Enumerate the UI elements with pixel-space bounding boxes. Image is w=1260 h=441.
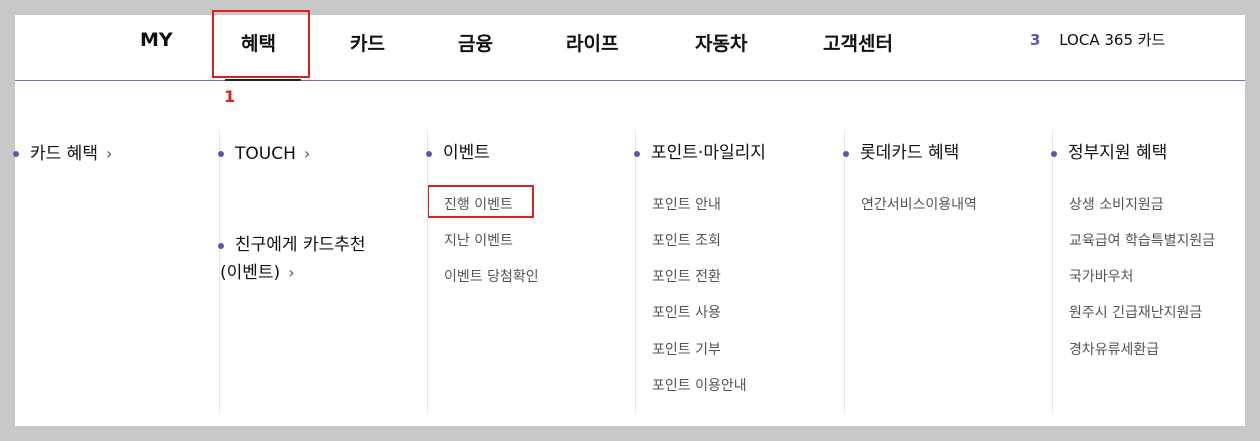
bullet-dot [426,151,432,157]
gnb-item-car[interactable]: 자동차 [695,29,747,56]
gnb-item-life[interactable]: 라이프 [566,29,618,56]
quick-card-label[interactable]: LOCA 365 카드 [1059,31,1165,49]
menu-item-points-info[interactable]: 포인트 안내 [652,194,721,214]
menu-column-government-support: 정부지원 혜택 상생 소비지원금 교육급여 학습특별지원금 국가바우처 원주시 … [1051,130,1260,412]
category-government-support[interactable]: 정부지원 혜택 [1051,140,1167,167]
bullet-dot [218,151,224,157]
global-nav: MY 혜택 카드 금융 라이프 자동차 고객센터 3 LOCA 365 카드 [15,15,1245,81]
menu-item-annual-service-history[interactable]: 연간서비스이용내역 [861,194,977,214]
menu-item-national-voucher[interactable]: 국가바우처 [1069,266,1133,286]
menu-column-points: 포인트·마일리지 포인트 안내 포인트 조회 포인트 전환 포인트 사용 포인트… [634,130,844,412]
mega-menu-panel: MY 혜택 카드 금융 라이프 자동차 고객센터 3 LOCA 365 카드 1… [13,10,1245,426]
menu-item-points-guide[interactable]: 포인트 이용안내 [652,375,747,395]
menu-item-points-convert[interactable]: 포인트 전환 [652,266,721,286]
gnb-item-customer-center[interactable]: 고객센터 [823,29,893,56]
menu-item-points-lookup[interactable]: 포인트 조회 [652,230,721,250]
category-lotte-card-benefits[interactable]: 롯데카드 혜택 [843,140,959,167]
bullet-dot [13,151,19,157]
menu-item-light-car-fuel-refund[interactable]: 경차유류세환급 [1069,339,1159,359]
menu-item-current-events[interactable]: 진행 이벤트 [444,194,513,214]
menu-item-points-donate[interactable]: 포인트 기부 [652,339,721,359]
menu-item-mutual-consumption-grant[interactable]: 상생 소비지원금 [1069,194,1164,214]
chevron-right-icon: › [105,144,113,163]
menu-item-past-events[interactable]: 지난 이벤트 [444,230,513,250]
bullet-dot [1051,151,1057,157]
quick-card-link[interactable]: 3 LOCA 365 카드 [1030,29,1165,50]
gnb-item-my[interactable]: MY [140,29,173,51]
quick-count-badge: 3 [1030,31,1041,49]
active-tab-indicator [225,79,301,81]
bullet-dot [634,151,640,157]
annotation-number: 1 [224,87,236,106]
menu-column-lotte-benefits: 롯데카드 혜택 연간서비스이용내역 [843,130,1053,412]
category-card-benefits[interactable]: 카드 혜택 › [13,140,113,168]
category-friend-referral[interactable]: 친구에게 카드추천 (이벤트) › [218,232,366,287]
menu-item-education-grant[interactable]: 교육급여 학습특별지원금 [1069,230,1215,250]
bullet-dot [218,243,224,249]
menu-column-events: 이벤트 진행 이벤트 지난 이벤트 이벤트 당첨확인 [426,130,636,412]
category-events[interactable]: 이벤트 [426,140,490,167]
menu-item-wonju-relief-grant[interactable]: 원주시 긴급재난지원금 [1069,302,1202,322]
chevron-right-icon: › [303,144,311,163]
gnb-item-card[interactable]: 카드 [350,29,385,56]
highlight-box-benefits [212,10,310,78]
menu-item-event-winners[interactable]: 이벤트 당첨확인 [444,266,539,286]
menu-column-touch: TOUCH › 친구에게 카드추천 (이벤트) › [218,130,428,412]
chevron-right-icon: › [288,263,295,282]
category-touch[interactable]: TOUCH › [218,140,311,168]
gnb-item-finance[interactable]: 금융 [458,29,493,56]
bullet-dot [843,151,849,157]
category-points-mileage[interactable]: 포인트·마일리지 [634,140,766,167]
menu-column-card-benefits: 카드 혜택 › [13,130,223,412]
menu-item-points-use[interactable]: 포인트 사용 [652,302,721,322]
